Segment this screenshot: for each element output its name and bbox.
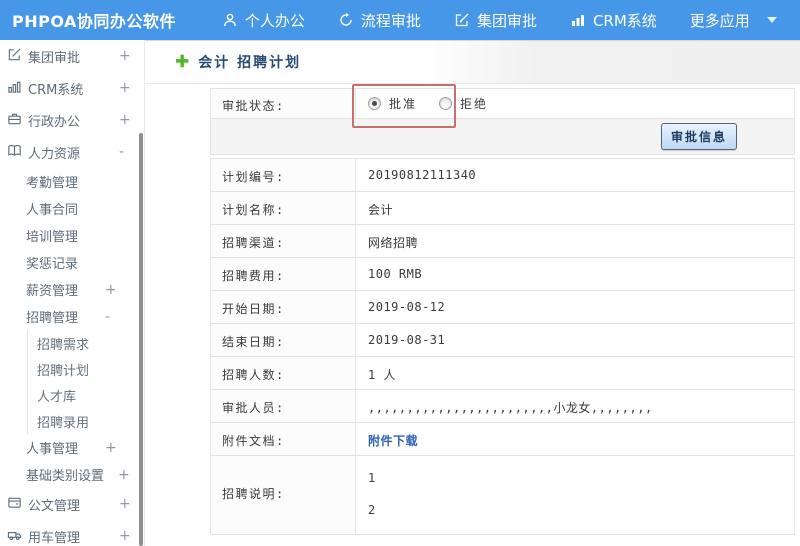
top-navigation: 个人办公 流程审批 集团审批 CRM系统 更多应用 — [222, 10, 800, 31]
attachment-download-link[interactable]: 附件下载 — [368, 434, 418, 448]
nav-group-approval[interactable]: 集团审批 — [454, 10, 537, 31]
expander[interactable]: + — [118, 467, 130, 483]
briefcase-icon — [7, 111, 22, 130]
nav-personal-office[interactable]: 个人办公 — [222, 10, 305, 31]
sidebar-item-training[interactable]: 培训管理 — [0, 222, 144, 249]
field-label: 招聘说明: — [211, 456, 356, 534]
expander[interactable]: + — [119, 80, 131, 96]
radio-reject[interactable] — [439, 97, 453, 110]
radio-approve-label[interactable]: 批准 — [389, 95, 417, 112]
sidebar-item-recruit-hire[interactable]: 招聘录用 — [27, 408, 144, 434]
nav-more-apps[interactable]: 更多应用 — [690, 10, 777, 31]
recruit-channel-value: 网络招聘 — [368, 236, 419, 250]
chart-icon — [7, 79, 22, 98]
sidebar-item-base-category[interactable]: 基础类别设置 + — [0, 461, 144, 488]
field-label: 计划编号: — [211, 159, 356, 191]
page-header: ✚ 会计 招聘计划 — [145, 41, 800, 84]
sidebar-item-talent-pool[interactable]: 人才库 — [27, 382, 144, 408]
recruit-plan-table: 计划编号: 20190812111340 计划名称: 会计 招聘渠道: 网络招聘… — [210, 158, 795, 535]
sidebar-item-vehicles[interactable]: 用车管理 + — [0, 520, 144, 546]
user-icon — [222, 12, 238, 28]
table-row: 结束日期: 2019-08-31 — [211, 324, 794, 357]
table-row: 招聘渠道: 网络招聘 — [211, 225, 794, 258]
expander[interactable]: + — [119, 48, 131, 64]
expander[interactable]: - — [119, 144, 124, 160]
sidebar-item-group-approval[interactable]: 集团审批 + — [0, 40, 144, 72]
edit-icon — [454, 12, 470, 28]
radio-approve[interactable] — [368, 97, 381, 110]
approvers-value: ,,,,,,,,,,,,,,,,,,,,,,,,小龙女,,,,,,,, — [368, 401, 653, 415]
sidebar-item-attendance[interactable]: 考勤管理 — [0, 168, 144, 195]
main-content: ✚ 会计 招聘计划 审批状态: 批准 拒绝 审批信息 计划编号: 2019081… — [145, 40, 800, 546]
expander[interactable]: + — [105, 282, 117, 298]
table-row: 招聘费用: 100 RMB — [211, 258, 794, 291]
sidebar-item-hr-contract[interactable]: 人事合同 — [0, 195, 144, 222]
add-icon[interactable]: ✚ — [175, 53, 189, 71]
sidebar-item-admin-office[interactable]: 行政办公 + — [0, 104, 144, 136]
field-label: 招聘人数: — [211, 357, 356, 389]
table-row: 招聘说明: 1 2 — [211, 456, 794, 534]
end-date-value: 2019-08-31 — [368, 333, 446, 347]
table-row: 附件文档: 附件下载 — [211, 423, 794, 456]
expander[interactable]: + — [119, 496, 131, 512]
field-label: 计划名称: — [211, 192, 356, 224]
field-label: 附件文档: — [211, 423, 356, 455]
recruit-cost-value: 100 RMB — [368, 267, 423, 281]
sidebar-item-documents[interactable]: 公文管理 + — [0, 488, 144, 520]
table-row: 计划名称: 会计 — [211, 192, 794, 225]
sidebar: 集团审批 + CRM系统 + 行政办公 + 人力资源 - 考勤管理 人事合同 培… — [0, 40, 145, 546]
field-label: 开始日期: — [211, 291, 356, 323]
sidebar-item-rewards[interactable]: 奖惩记录 — [0, 249, 144, 276]
field-label: 结束日期: — [211, 324, 356, 356]
field-label: 审批人员: — [211, 390, 356, 422]
expander[interactable]: + — [119, 112, 131, 128]
approval-status-table: 审批状态: 批准 拒绝 审批信息 — [210, 88, 795, 155]
book-icon — [7, 143, 22, 162]
nav-crm-system[interactable]: CRM系统 — [570, 10, 657, 31]
expander[interactable]: + — [119, 528, 131, 544]
plan-name-value: 会计 — [368, 203, 394, 217]
edit-icon — [7, 47, 22, 66]
table-row: 计划编号: 20190812111340 — [211, 159, 794, 192]
sidebar-scrollbar[interactable] — [139, 133, 143, 546]
recruit-desc-line: 2 — [368, 503, 376, 517]
expander[interactable]: + — [105, 440, 117, 456]
table-row: 审批信息 — [211, 119, 794, 154]
process-icon — [338, 12, 354, 28]
table-row: 审批人员: ,,,,,,,,,,,,,,,,,,,,,,,,小龙女,,,,,,,… — [211, 390, 794, 423]
car-icon — [7, 527, 22, 546]
page-title: 会计 招聘计划 — [198, 55, 302, 71]
nav-process-approval[interactable]: 流程审批 — [338, 10, 421, 31]
recruit-desc-line: 1 — [368, 471, 376, 485]
sidebar-item-human-resources[interactable]: 人力资源 - — [0, 136, 144, 168]
field-label: 招聘渠道: — [211, 225, 356, 257]
sidebar-item-recruit-demand[interactable]: 招聘需求 — [27, 330, 144, 356]
expander[interactable]: - — [105, 309, 110, 325]
approval-info-button[interactable]: 审批信息 — [660, 123, 737, 150]
table-row: 开始日期: 2019-08-12 — [211, 291, 794, 324]
sidebar-item-crm[interactable]: CRM系统 + — [0, 72, 144, 104]
sidebar-item-recruit-plan[interactable]: 招聘计划 — [27, 356, 144, 382]
sidebar-item-personnel-mgmt[interactable]: 人事管理 + — [0, 434, 144, 461]
approval-status-label: 审批状态: — [211, 89, 356, 118]
sidebar-item-recruit-mgmt[interactable]: 招聘管理 - — [0, 303, 144, 330]
table-row: 招聘人数: 1 人 — [211, 357, 794, 390]
document-icon — [7, 495, 22, 514]
plan-number-value: 20190812111340 — [368, 168, 477, 182]
topbar: PHPOA协同办公软件 个人办公 流程审批 集团审批 CRM系统 更多应用 — [0, 0, 800, 40]
app-title: PHPOA协同办公软件 — [12, 12, 176, 31]
chart-icon — [570, 12, 586, 28]
start-date-value: 2019-08-12 — [368, 300, 446, 314]
caret-down-icon — [766, 17, 777, 23]
approval-radio-group: 批准 拒绝 — [368, 95, 790, 112]
table-row: 审批状态: 批准 拒绝 — [211, 89, 794, 119]
radio-reject-label[interactable]: 拒绝 — [460, 95, 488, 112]
field-label: 招聘费用: — [211, 258, 356, 290]
headcount-value: 1 人 — [368, 368, 396, 382]
sidebar-item-salary[interactable]: 薪资管理 + — [0, 276, 144, 303]
